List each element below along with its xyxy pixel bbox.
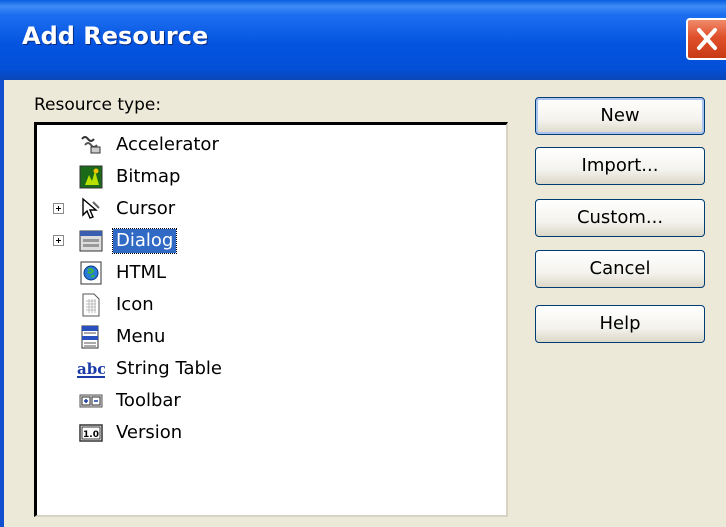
custom-button[interactable]: Custom... bbox=[535, 199, 705, 237]
expand-icon[interactable] bbox=[53, 235, 64, 246]
cancel-button[interactable]: Cancel bbox=[535, 250, 705, 288]
menu-icon bbox=[81, 325, 99, 349]
tree-item-label: Icon bbox=[116, 294, 154, 315]
tree-item-label: Cursor bbox=[116, 198, 176, 219]
resource-type-label: Resource type: bbox=[34, 95, 162, 115]
version-icon: 1.0 bbox=[79, 424, 103, 442]
dialog-title: Add Resource bbox=[22, 22, 209, 50]
resource-type-tree[interactable]: Accelerator Bitmap Cursor Dialog HTML Ic… bbox=[34, 122, 508, 517]
window-frame-left bbox=[0, 80, 4, 527]
tree-item-label: String Table bbox=[116, 358, 222, 379]
new-button[interactable]: New bbox=[535, 97, 705, 135]
dialog-icon bbox=[79, 230, 103, 252]
help-button[interactable]: Help bbox=[535, 305, 705, 343]
html-icon bbox=[80, 261, 102, 285]
tree-item-label: Toolbar bbox=[116, 390, 181, 411]
bitmap-icon bbox=[79, 165, 103, 189]
svg-text:abc: abc bbox=[77, 360, 105, 378]
tree-item-label: Accelerator bbox=[116, 134, 219, 155]
title-bar[interactable]: Add Resource bbox=[0, 0, 726, 80]
close-button[interactable] bbox=[686, 18, 726, 60]
expand-icon[interactable] bbox=[53, 203, 64, 214]
add-resource-dialog: Add Resource Resource type: Accelerator bbox=[0, 0, 726, 527]
icon-resource-icon bbox=[82, 293, 100, 317]
import-button[interactable]: Import... bbox=[535, 147, 705, 185]
cursor-icon bbox=[82, 197, 100, 219]
tree-item-label: Version bbox=[116, 422, 183, 443]
toolbar-icon bbox=[79, 394, 103, 408]
close-icon bbox=[697, 28, 717, 50]
string-table-icon: abc bbox=[77, 360, 105, 378]
svg-text:1.0: 1.0 bbox=[83, 430, 99, 440]
tree-item-label: Dialog bbox=[111, 228, 178, 254]
tree-item-label: HTML bbox=[116, 262, 167, 283]
tree-item-label: Menu bbox=[116, 326, 166, 347]
accelerator-icon bbox=[81, 136, 101, 154]
tree-item-label: Bitmap bbox=[116, 166, 181, 187]
